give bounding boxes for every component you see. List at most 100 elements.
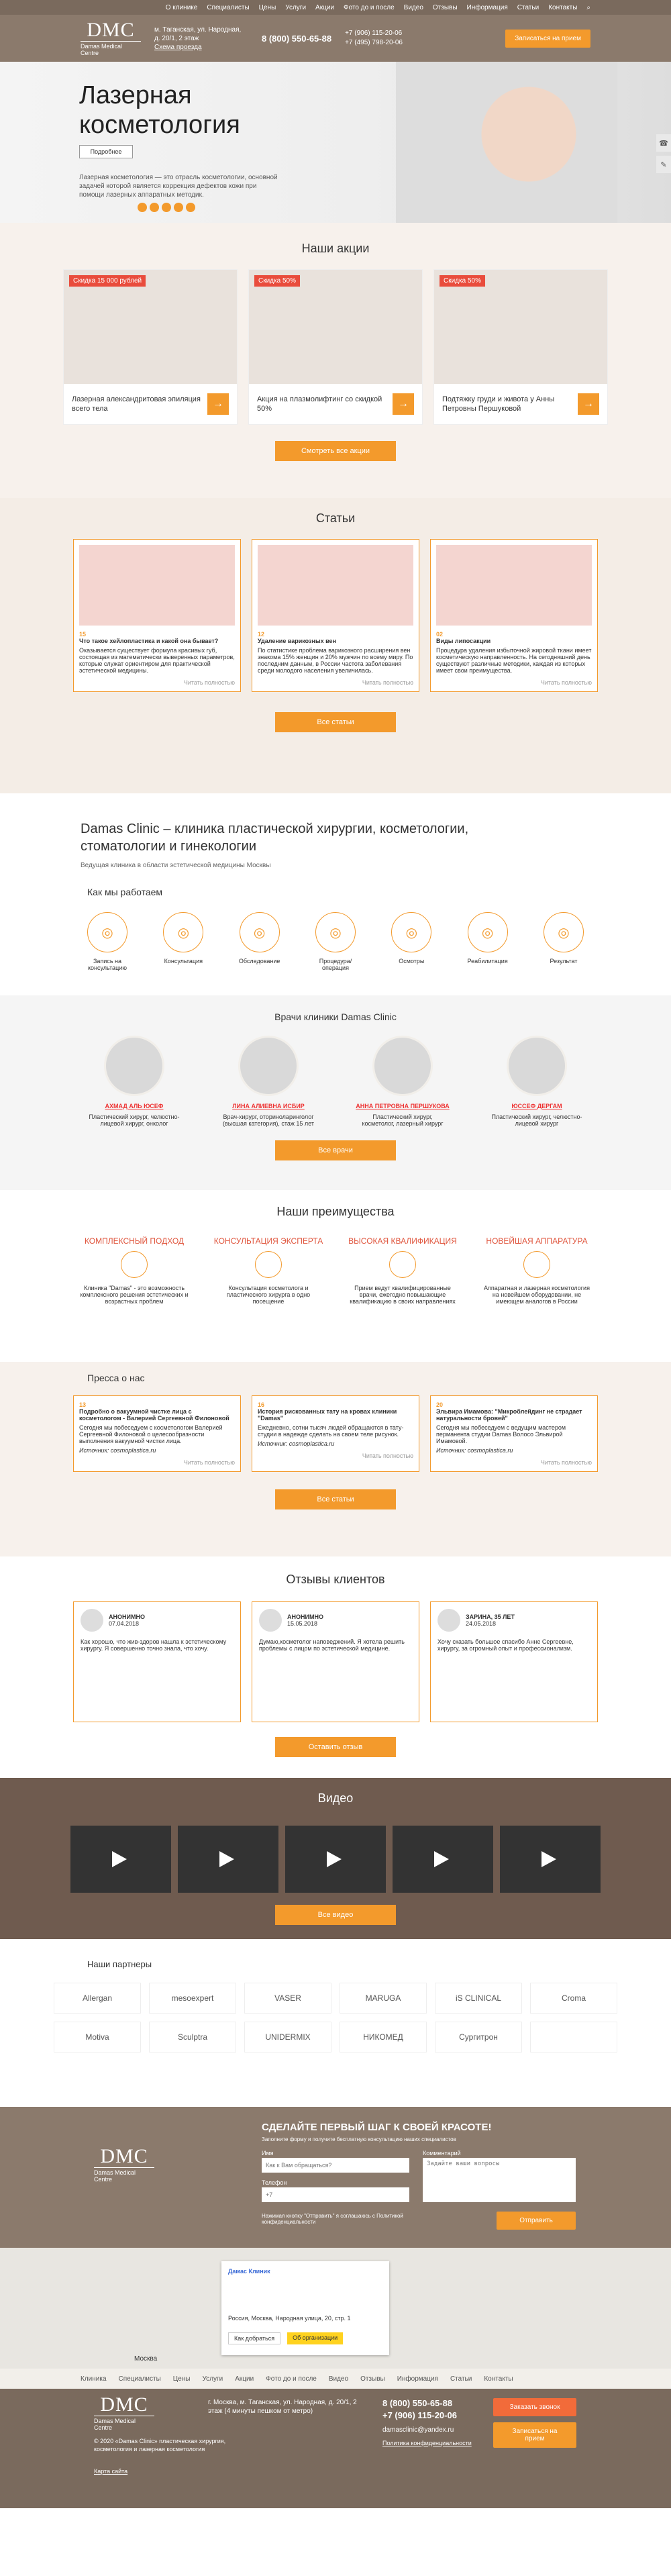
step-item: ◎ Запись на консультацию [81,912,134,971]
logo[interactable]: DMC Damas Medical Centre [81,19,141,56]
map-card-title[interactable]: Дамас Клиник [228,2268,382,2275]
partner-logo[interactable]: НИКОМЕД [340,2022,427,2052]
sitemap-link[interactable]: Карта сайта [94,2468,127,2475]
article-more-link[interactable]: Читать полностью [79,679,235,686]
partner-logo[interactable]: MARUGA [340,1983,427,2014]
nav-item[interactable]: Цены [259,4,276,11]
footer-nav-item[interactable]: Цены [173,2375,191,2383]
partner-logo[interactable]: Сургитрон [435,2022,522,2052]
policy-text[interactable]: Нажимая кнопку "Отправить" я соглашаюсь … [262,2213,409,2225]
map[interactable]: Дамас Клиник Россия, Москва, Народная ул… [0,2248,671,2369]
footer-nav-item[interactable]: Контакты [484,2375,513,2383]
partner-logo[interactable]: mesoexpert [149,1983,236,2014]
video-thumb[interactable] [70,1826,171,1893]
footer-email[interactable]: damasclinic@yandex.ru [382,2426,454,2434]
footer-nav-item[interactable]: Услуги [202,2375,223,2383]
footer-nav-item[interactable]: Фото до и после [266,2375,317,2383]
article-more-link[interactable]: Читать полностью [258,679,413,686]
footer-nav-item[interactable]: Клиника [81,2375,107,2383]
doctor-card[interactable]: ЛИНА АЛИЕВНА ИСБИР Врач-хирург, оторинола… [221,1036,315,1127]
articles-button[interactable]: Все статьи [275,712,396,732]
doctor-name[interactable]: АХМАД АЛЬ ЮСЕФ [87,1103,181,1109]
comment-input[interactable] [423,2158,576,2202]
video-thumb[interactable] [500,1826,601,1893]
press-more-link[interactable]: Читать полностью [79,1459,235,1466]
nav-item[interactable]: Услуги [285,4,306,11]
slider-dots[interactable] [138,203,195,212]
phone[interactable]: 8 (800) 550-65-88 [262,34,331,44]
submit-button[interactable]: Отправить [497,2212,576,2230]
press-card[interactable]: 13 Подробно о вакуумной чистке лица с кос… [73,1395,241,1472]
promos-button[interactable]: Смотреть все акции [275,441,396,461]
video-thumb[interactable] [178,1826,278,1893]
footer-phone[interactable]: 8 (800) 550-65-88 [382,2398,452,2408]
nav-item[interactable]: Фото до и после [344,4,395,11]
press-more-link[interactable]: Читать полностью [258,1452,413,1459]
footer-nav-item[interactable]: Видео [329,2375,348,2383]
edit-icon[interactable]: ✎ [656,156,671,173]
doctor-name[interactable]: АННА ПЕТРОВНА ПЕРШУКОВА [356,1103,450,1109]
press-card[interactable]: 16 История рискованных тату на кровах кли… [252,1395,419,1472]
doctor-card[interactable]: АННА ПЕТРОВНА ПЕРШУКОВА Пластический хиру… [356,1036,450,1127]
footer-nav-item[interactable]: Информация [397,2375,438,2383]
partner-logo[interactable] [530,2022,617,2052]
nav-item[interactable]: Отзывы [433,4,458,11]
partner-logo[interactable]: Motiva [54,2022,141,2052]
nav-item[interactable]: Информация [467,4,508,11]
org-button[interactable]: Об организации [287,2332,344,2344]
partner-logo[interactable]: Sculptra [149,2022,236,2052]
promo-card[interactable]: Скидка 15 000 рублей Лазерная александрит… [63,269,238,425]
press-more-link[interactable]: Читать полностью [436,1459,592,1466]
footer-phone-2[interactable]: +7 (906) 115-20-06 [382,2410,457,2420]
footer-policy[interactable]: Политика конфиденциальности [382,2440,472,2446]
nav-item[interactable]: Контакты [548,4,577,11]
arrow-right-icon[interactable]: → [393,393,414,415]
partner-logo[interactable]: UNIDERMIX [244,2022,331,2052]
doctors-button[interactable]: Все врачи [275,1140,396,1160]
partner-logo[interactable]: VASER [244,1983,331,2014]
footer-nav-item[interactable]: Акции [235,2375,254,2383]
partner-logo[interactable]: Allergan [54,1983,141,2014]
address-link[interactable]: Схема проезда [154,43,248,52]
footer-appointment-button[interactable]: Записаться на прием [493,2422,576,2448]
article-card[interactable]: 12 Удаление варикозных вен По статистике п… [252,539,419,692]
arrow-right-icon[interactable]: → [207,393,229,415]
nav-item[interactable]: Специалисты [207,4,249,11]
partner-logo[interactable]: Croma [530,1983,617,2014]
appointment-button[interactable]: Записаться на прием [505,29,590,48]
video-button[interactable]: Все видео [275,1905,396,1925]
search-icon[interactable]: ⌕ [586,4,590,11]
press-card[interactable]: 20 Эльвира Имамова: "Микроблейдинг не стр… [430,1395,598,1472]
promo-tag: Скидка 15 000 рублей [69,275,146,287]
promo-card[interactable]: Скидка 50% Подтяжку груди и живота у Анны… [433,269,608,425]
nav-item[interactable]: О клинике [166,4,198,11]
video-thumb[interactable] [393,1826,493,1893]
video-thumb[interactable] [285,1826,386,1893]
doctor-name[interactable]: ЮССЕФ ДЕРГАМ [490,1103,584,1109]
arrow-right-icon[interactable]: → [578,393,599,415]
name-input[interactable] [262,2158,409,2173]
reviews-button[interactable]: Оставить отзыв [275,1737,396,1757]
article-more-link[interactable]: Читать полностью [436,679,592,686]
nav-item[interactable]: Статьи [517,4,539,11]
route-button[interactable]: Как добраться [228,2332,281,2344]
callback-button[interactable]: Заказать звонок [493,2398,576,2416]
hero-button[interactable]: Подробнее [79,145,133,158]
doctor-card[interactable]: АХМАД АЛЬ ЮСЕФ Пластический хирург, челюс… [87,1036,181,1127]
nav-item[interactable]: Акции [315,4,334,11]
phone-3[interactable]: +7 (495) 798-20-06 [345,38,403,48]
phone-input[interactable] [262,2187,409,2202]
footer-nav-item[interactable]: Отзывы [360,2375,385,2383]
press-button[interactable]: Все статьи [275,1489,396,1509]
footer-nav-item[interactable]: Статьи [450,2375,472,2383]
nav-item[interactable]: Видео [404,4,423,11]
promo-card[interactable]: Скидка 50% Акция на плазмолифтинг со скид… [248,269,423,425]
doctor-card[interactable]: ЮССЕФ ДЕРГАМ Пластический хирург, челюстн… [490,1036,584,1127]
footer-nav-item[interactable]: Специалисты [119,2375,161,2383]
phone-icon[interactable]: ☎ [656,134,671,152]
article-card[interactable]: 02 Виды липосакции Процедура удаления избы… [430,539,598,692]
doctor-name[interactable]: ЛИНА АЛИЕВНА ИСБИР [221,1103,315,1109]
article-card[interactable]: 15 Что такое хейлопластика и какой она бы… [73,539,241,692]
partner-logo[interactable]: iS CLINICAL [435,1983,522,2014]
phone-2[interactable]: +7 (906) 115-20-06 [345,29,403,38]
